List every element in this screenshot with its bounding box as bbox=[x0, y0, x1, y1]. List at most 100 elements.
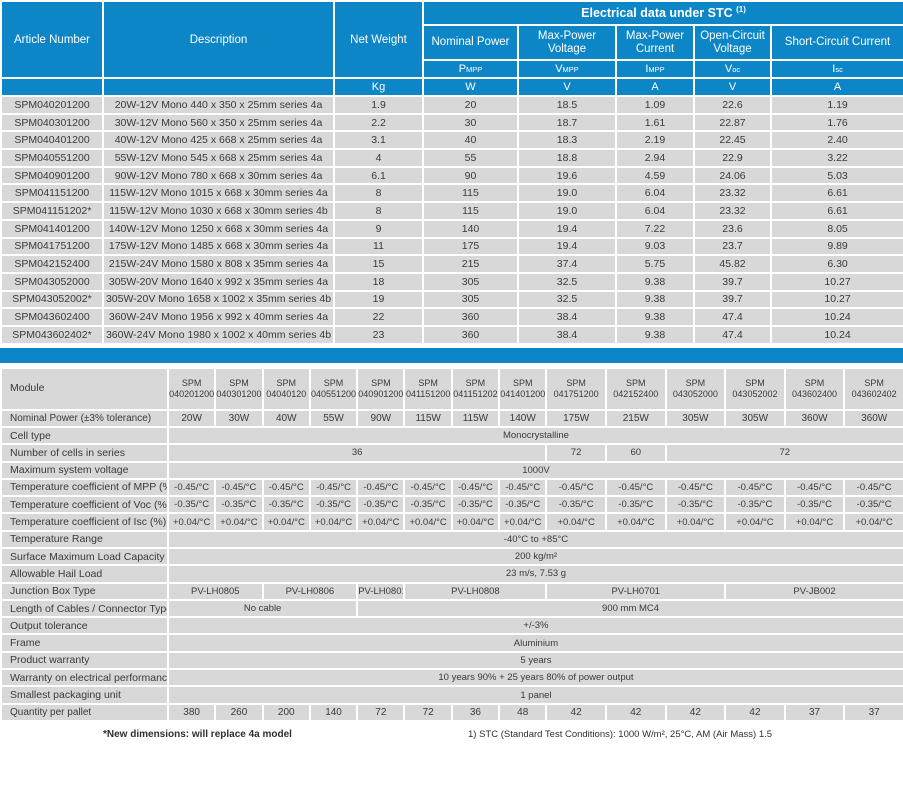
spec-row-label: Temperature coefficient of MPP (%) bbox=[1, 479, 168, 496]
spec-value-cell: +0.04/°C bbox=[263, 513, 310, 530]
spec-value-cell: -0.45/°C bbox=[404, 479, 451, 496]
spec-row: Smallest packaging unit1 panel bbox=[1, 686, 903, 703]
net-weight-cell: 2.2 bbox=[334, 114, 423, 132]
description-cell: 20W-12V Mono 440 x 350 x 25mm series 4a bbox=[103, 96, 334, 114]
spec-value-cell: -0.45/°C bbox=[499, 479, 546, 496]
spec-row: Output tolerance+/-3% bbox=[1, 617, 903, 634]
article-number-cell: SPM041151202* bbox=[1, 202, 103, 220]
description-cell: 360W-24V Mono 1980 x 1002 x 40mm series … bbox=[103, 326, 334, 344]
isc-symbol: Isc bbox=[771, 60, 903, 78]
spec-row-label: Junction Box Type bbox=[1, 583, 168, 600]
spec-row: Maximum system voltage1000V bbox=[1, 462, 903, 479]
spec-row-label: Smallest packaging unit bbox=[1, 686, 168, 703]
pmpp-cell: 360 bbox=[423, 308, 518, 326]
spec-value-cell: -0.35/°C bbox=[357, 496, 404, 513]
description-cell: 40W-12V Mono 425 x 668 x 25mm series 4a bbox=[103, 131, 334, 149]
article-row: SPM04090120090W-12V Mono 780 x 668 x 30m… bbox=[1, 167, 903, 185]
voc-cell: 22.45 bbox=[694, 131, 771, 149]
spec-value-cell: -0.35/°C bbox=[666, 496, 726, 513]
spec-value-cell: 20W bbox=[168, 410, 215, 427]
spec-value-cell: +0.04/°C bbox=[844, 513, 903, 530]
spec-row-label: Warranty on electrical performance bbox=[1, 669, 168, 686]
voc-cell: 39.7 bbox=[694, 273, 771, 291]
spec-value-cell: -0.45/°C bbox=[263, 479, 310, 496]
spec-row-label: Product warranty bbox=[1, 652, 168, 669]
spec-value-cell: 72 bbox=[546, 444, 606, 461]
electrical-data-table: Article Number Description Net Weight El… bbox=[0, 0, 903, 345]
vmpp-cell: 19.0 bbox=[518, 184, 616, 202]
description-cell: 115W-12V Mono 1015 x 668 x 30mm series 4… bbox=[103, 184, 334, 202]
spec-value-cell: -0.35/°C bbox=[546, 496, 606, 513]
vmpp-cell: 37.4 bbox=[518, 255, 616, 273]
spec-value-cell: 175W bbox=[546, 410, 606, 427]
pmpp-cell: 115 bbox=[423, 202, 518, 220]
spec-value-cell: +0.04/°C bbox=[546, 513, 606, 530]
article-row: SPM041151200115W-12V Mono 1015 x 668 x 3… bbox=[1, 184, 903, 202]
article-row: SPM04040120040W-12V Mono 425 x 668 x 25m… bbox=[1, 131, 903, 149]
separator-bar bbox=[0, 348, 903, 363]
description-unit-blank bbox=[103, 78, 334, 96]
vmpp-cell: 38.4 bbox=[518, 326, 616, 344]
spec-row: Temperature coefficient of Voc (%) -0.35/… bbox=[1, 496, 903, 513]
spec-value-cell: 1 panel bbox=[168, 686, 903, 703]
article-number-cell: SPM041401200 bbox=[1, 220, 103, 238]
spec-value-cell: 215W bbox=[606, 410, 666, 427]
vmpp-cell: 18.5 bbox=[518, 96, 616, 114]
pmpp-cell: 175 bbox=[423, 238, 518, 256]
spec-row: Cell typeMonocrystalline bbox=[1, 427, 903, 444]
description-cell: 360W-24V Mono 1956 x 992 x 40mm series 4… bbox=[103, 308, 334, 326]
spec-row-label: Nominal Power (±3% tolerance) bbox=[1, 410, 168, 427]
spec-row-label: Maximum system voltage bbox=[1, 462, 168, 479]
spec-value-cell: 37 bbox=[785, 704, 845, 721]
spec-value-cell: SPM 043602402 bbox=[844, 368, 903, 410]
stc-title-note: (1) bbox=[736, 5, 746, 14]
impp-unit: A bbox=[616, 78, 694, 96]
vmpp-cell: 32.5 bbox=[518, 291, 616, 309]
vmpp-cell: 18.3 bbox=[518, 131, 616, 149]
spec-row-label: Length of Cables / Connector Type bbox=[1, 600, 168, 617]
spec-value-cell: +0.04/°C bbox=[452, 513, 499, 530]
article-number-cell: SPM043052000 bbox=[1, 273, 103, 291]
net-weight-cell: 1.9 bbox=[334, 96, 423, 114]
description-header: Description bbox=[103, 1, 334, 78]
spec-row: FrameAluminium bbox=[1, 634, 903, 651]
spec-row-label: Surface Maximum Load Capacity bbox=[1, 548, 168, 565]
impp-cell: 1.09 bbox=[616, 96, 694, 114]
pmpp-cell: 360 bbox=[423, 326, 518, 344]
pmpp-unit: W bbox=[423, 78, 518, 96]
article-number-cell: SPM040901200 bbox=[1, 167, 103, 185]
spec-value-cell: -0.45/°C bbox=[606, 479, 666, 496]
isc-cell: 10.27 bbox=[771, 273, 903, 291]
article-number-cell: SPM041151200 bbox=[1, 184, 103, 202]
open-circuit-voltage-header: Open-Circuit Voltage bbox=[694, 25, 771, 60]
vmpp-cell: 38.4 bbox=[518, 308, 616, 326]
vmpp-cell: 19.6 bbox=[518, 167, 616, 185]
voc-cell: 23.6 bbox=[694, 220, 771, 238]
spec-value-cell: -0.45/°C bbox=[168, 479, 215, 496]
spec-value-cell: 72 bbox=[404, 704, 451, 721]
article-row: SPM043052002*305W-20V Mono 1658 x 1002 x… bbox=[1, 291, 903, 309]
spec-value-cell: 48 bbox=[499, 704, 546, 721]
spec-value-cell: +0.04/°C bbox=[215, 513, 262, 530]
spec-value-cell: 1000V bbox=[168, 462, 903, 479]
spec-row: Product warranty5 years bbox=[1, 652, 903, 669]
article-unit-blank bbox=[1, 78, 103, 96]
spec-row-label: Cell type bbox=[1, 427, 168, 444]
voc-cell: 22.9 bbox=[694, 149, 771, 167]
isc-cell: 2.40 bbox=[771, 131, 903, 149]
spec-value-cell: +/-3% bbox=[168, 617, 903, 634]
voc-cell: 23.7 bbox=[694, 238, 771, 256]
spec-value-cell: -0.35/°C bbox=[499, 496, 546, 513]
net-weight-header: Net Weight bbox=[334, 1, 423, 78]
spec-value-cell: 140W bbox=[499, 410, 546, 427]
spec-row: Number of cells in series36726072 bbox=[1, 444, 903, 461]
net-weight-cell: 19 bbox=[334, 291, 423, 309]
spec-value-cell: 140 bbox=[310, 704, 357, 721]
article-row: SPM043602402*360W-24V Mono 1980 x 1002 x… bbox=[1, 326, 903, 344]
article-row: SPM041151202*115W-12V Mono 1030 x 668 x … bbox=[1, 202, 903, 220]
spec-value-cell: SPM 040551200 bbox=[310, 368, 357, 410]
vmpp-cell: 32.5 bbox=[518, 273, 616, 291]
spec-row-label: Temperature coefficient of Voc (%) bbox=[1, 496, 168, 513]
spec-value-cell: +0.04/°C bbox=[606, 513, 666, 530]
isc-unit: A bbox=[771, 78, 903, 96]
